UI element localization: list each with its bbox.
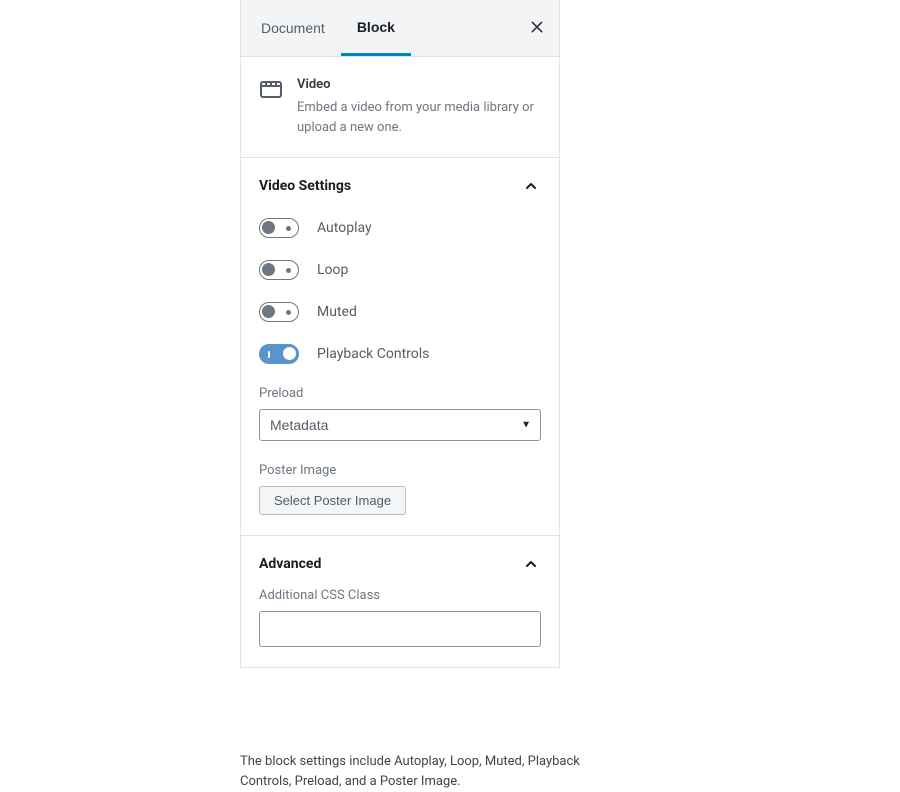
tab-document[interactable]: Document [241,2,341,54]
toggle-label-playback: Playback Controls [317,346,429,362]
video-icon [259,77,283,101]
block-card: Video Embed a video from your media libr… [241,57,559,158]
preload-select-wrap: Metadata ▼ [259,409,541,441]
additional-css-class-input[interactable] [259,611,541,647]
toggle-row-playback: Playback Controls [259,344,541,364]
section-title-video: Video Settings [259,178,351,194]
block-title: Video [297,77,541,92]
section-title-advanced: Advanced [259,556,321,572]
section-header-advanced[interactable]: Advanced [241,536,559,588]
section-video-settings: Video Settings Autoplay Loop [241,158,559,536]
toggle-row-autoplay: Autoplay [259,218,541,238]
tab-block[interactable]: Block [341,1,411,56]
preload-select[interactable]: Metadata [259,409,541,441]
toggle-muted[interactable] [259,302,299,322]
poster-image-label: Poster Image [259,463,541,478]
toggle-label-autoplay: Autoplay [317,220,372,236]
preload-label: Preload [259,386,541,401]
chevron-up-icon [521,554,541,574]
toggle-playback-controls[interactable] [259,344,299,364]
close-icon [529,19,545,38]
section-header-video[interactable]: Video Settings [241,158,559,210]
toggle-label-muted: Muted [317,304,357,320]
toggle-row-loop: Loop [259,260,541,280]
block-description: Embed a video from your media library or… [297,98,541,137]
caption-text: The block settings include Autoplay, Loo… [240,752,580,791]
close-button[interactable] [525,16,549,40]
block-settings-panel: Document Block Video Embed a video from … [240,0,560,668]
toggle-loop[interactable] [259,260,299,280]
toggle-autoplay[interactable] [259,218,299,238]
section-advanced: Advanced Additional CSS Class [241,536,559,667]
tabs-header: Document Block [241,0,559,57]
additional-css-class-label: Additional CSS Class [259,588,541,603]
select-poster-image-button[interactable]: Select Poster Image [259,486,406,515]
chevron-up-icon [521,176,541,196]
toggle-row-muted: Muted [259,302,541,322]
toggle-label-loop: Loop [317,262,348,278]
